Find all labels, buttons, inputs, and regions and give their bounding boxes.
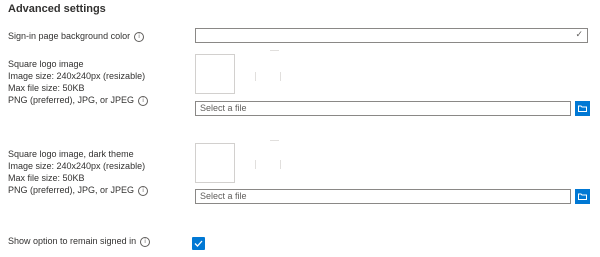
preview-guide-mark [280, 72, 281, 81]
folder-icon[interactable] [575, 101, 590, 116]
square-logo-title: Square logo image [8, 59, 84, 69]
square-logo-formats: PNG (preferred), JPG, or JPEG i [8, 94, 149, 106]
preview-guide-mark [280, 160, 281, 169]
square-logo-size: Image size: 240x240px (resizable) [8, 71, 146, 81]
section-title: Advanced settings [8, 3, 106, 15]
background-color-label: Sign-in page background color i [8, 30, 145, 42]
remain-signed-in-checkbox[interactable] [192, 237, 205, 250]
square-logo-dark-formats-text: PNG (preferred), JPG, or JPEG [8, 185, 135, 195]
preview-guide-mark [270, 50, 279, 51]
chevron-down-icon: ✓ [575, 30, 583, 40]
preview-guide-mark [255, 72, 256, 81]
remain-signed-in-label-text: Show option to remain signed in [8, 236, 137, 246]
square-logo-description: Square logo image Image size: 240x240px … [8, 58, 149, 106]
square-logo-preview [195, 54, 235, 94]
square-logo-dark-description: Square logo image, dark theme Image size… [8, 148, 149, 196]
square-logo-formats-text: PNG (preferred), JPG, or JPEG [8, 95, 135, 105]
square-logo-dark-size: Image size: 240x240px (resizable) [8, 161, 146, 171]
square-logo-dark-formats: PNG (preferred), JPG, or JPEG i [8, 184, 149, 196]
square-logo-dark-title: Square logo image, dark theme [8, 149, 134, 159]
folder-icon[interactable] [575, 189, 590, 204]
info-icon[interactable]: i [138, 95, 149, 106]
info-icon[interactable]: i [138, 185, 149, 196]
info-icon[interactable]: i [134, 31, 145, 42]
square-logo-file-input[interactable]: Select a file [195, 101, 571, 116]
preview-guide-mark [270, 140, 279, 141]
background-color-label-text: Sign-in page background color [8, 31, 131, 41]
square-logo-dark-file-input[interactable]: Select a file [195, 189, 571, 204]
checkmark-icon [194, 240, 203, 247]
preview-guide-mark [255, 160, 256, 169]
background-color-select[interactable]: ✓ [195, 28, 588, 43]
square-logo-max-size: Max file size: 50KB [8, 83, 85, 93]
info-icon[interactable]: i [140, 236, 151, 247]
remain-signed-in-label: Show option to remain signed in i [8, 235, 151, 247]
square-logo-dark-preview [195, 143, 235, 183]
square-logo-dark-max-size: Max file size: 50KB [8, 173, 85, 183]
